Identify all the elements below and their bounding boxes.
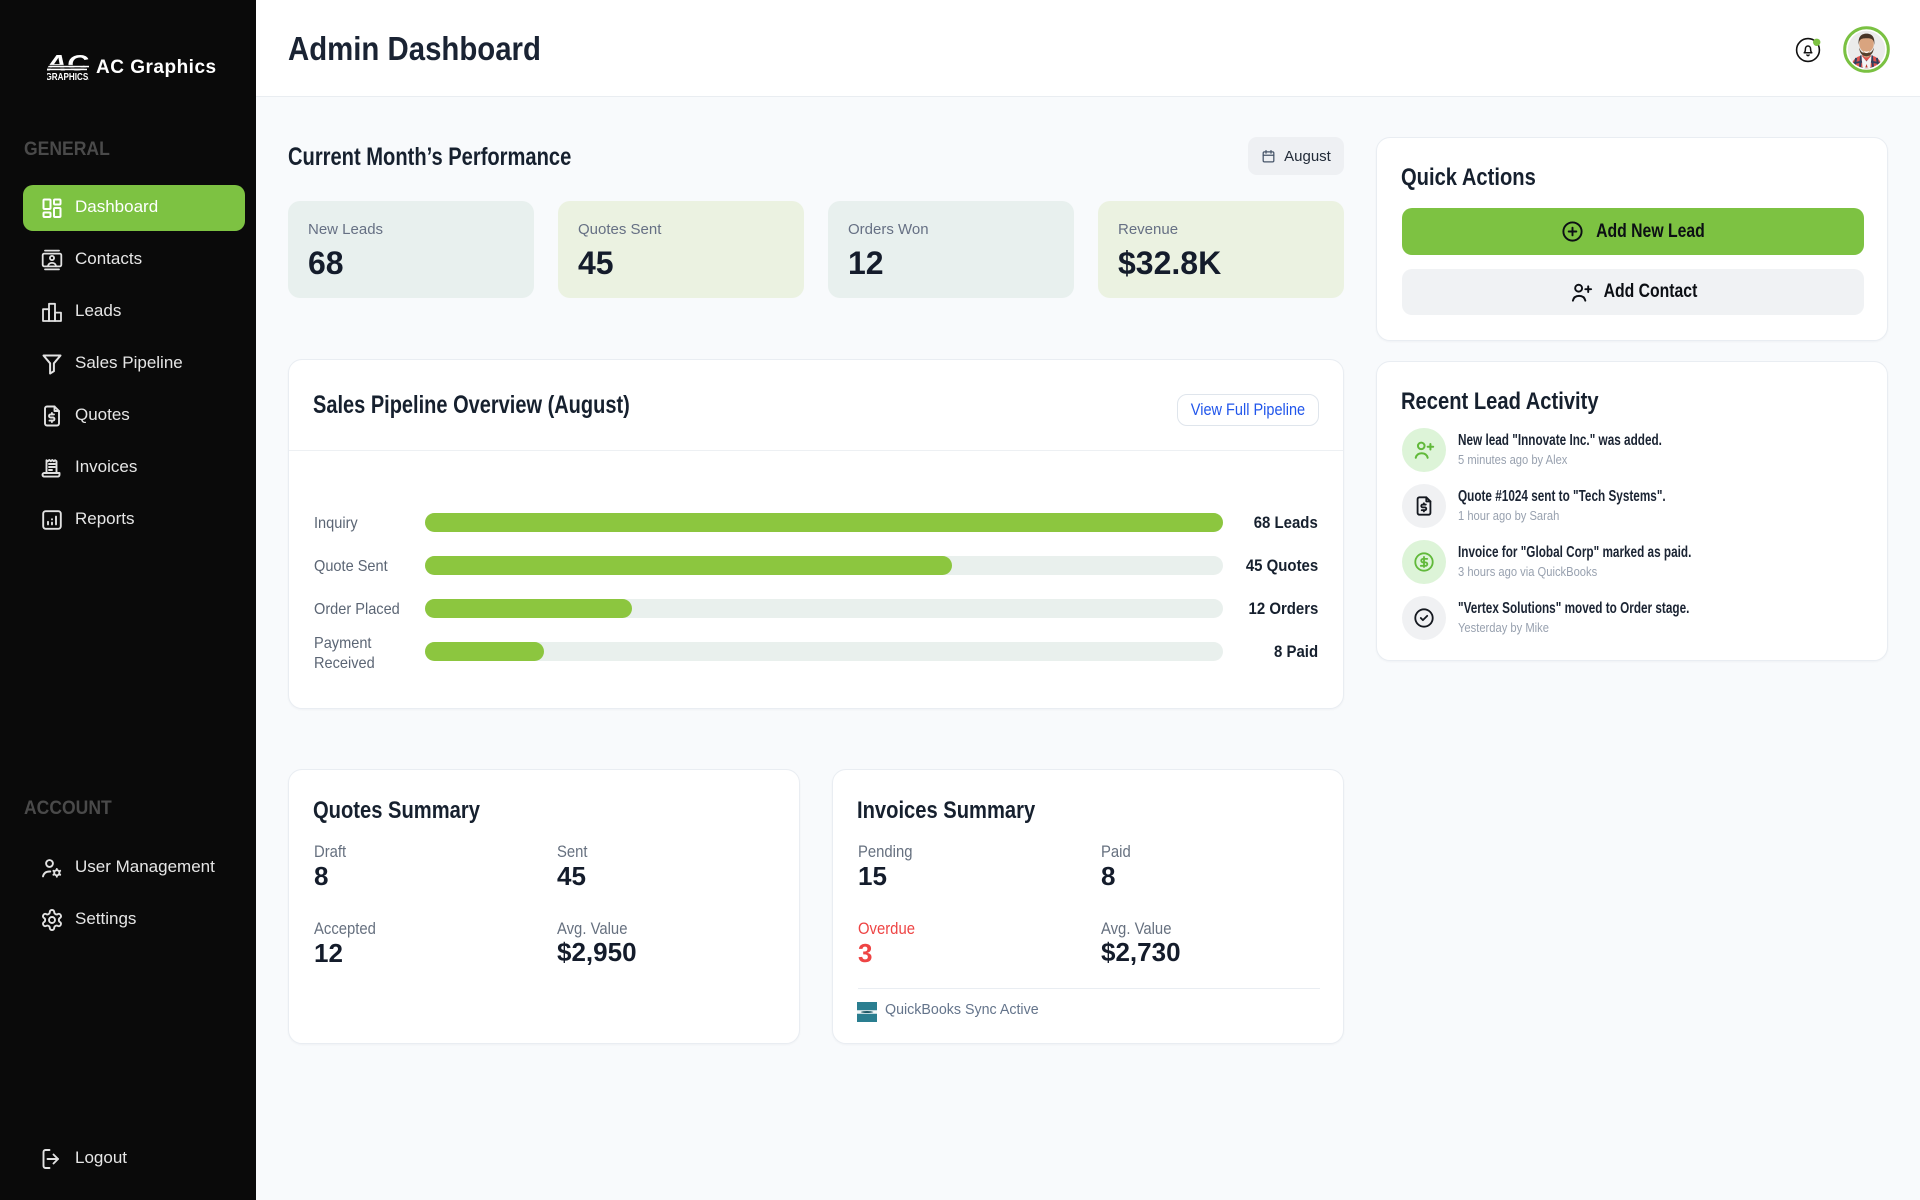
svg-text:GRAPHICS.: GRAPHICS. bbox=[47, 72, 89, 82]
